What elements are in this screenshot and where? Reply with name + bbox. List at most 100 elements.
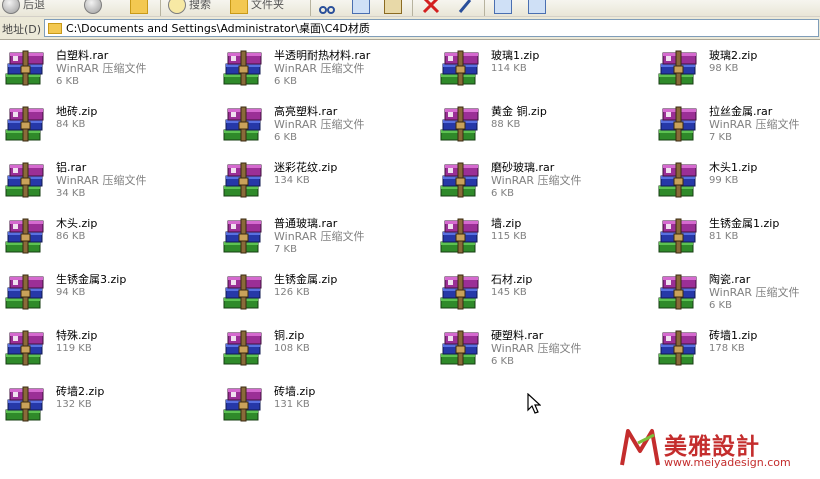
winrar-archive-icon (5, 274, 44, 310)
delete-button[interactable] (422, 0, 440, 14)
search-button[interactable]: 搜索 (168, 0, 211, 14)
file-item[interactable]: 地砖.zip 84 KB (5, 105, 215, 145)
file-item[interactable]: 生锈金属1.zip 81 KB (658, 217, 820, 257)
file-item[interactable]: 铝.rar WinRAR 压缩文件 34 KB (5, 161, 215, 201)
winrar-archive-icon (658, 162, 697, 198)
file-item[interactable]: 半透明耐热材料.rar WinRAR 压缩文件 6 KB (223, 49, 433, 89)
file-item[interactable]: 石材.zip 145 KB (440, 273, 650, 313)
up-folder-icon (130, 0, 148, 14)
address-bar: 地址(D) C:\Documents and Settings\Administ… (0, 17, 820, 40)
undo-button[interactable] (456, 0, 474, 14)
file-name: 生锈金属3.zip (56, 273, 127, 286)
file-item[interactable]: 白塑料.rar WinRAR 压缩文件 6 KB (5, 49, 215, 89)
undo-icon (458, 0, 472, 13)
copy-button[interactable] (352, 0, 370, 14)
file-item[interactable]: 砖墙2.zip 132 KB (5, 385, 215, 425)
file-size: 114 KB (491, 63, 527, 74)
file-size: 86 KB (56, 231, 86, 242)
file-type: WinRAR 压缩文件 (56, 62, 147, 75)
file-name: 砖墙1.zip (709, 329, 758, 342)
search-icon (168, 0, 186, 14)
cut-button[interactable] (318, 0, 336, 14)
meiya-logo-icon (620, 427, 660, 466)
file-item[interactable]: 砖墙1.zip 178 KB (658, 329, 820, 369)
paste-icon (384, 0, 402, 14)
file-name: 玻璃1.zip (491, 49, 540, 62)
scissors-icon (319, 6, 335, 14)
winrar-archive-icon (5, 218, 44, 254)
file-type: WinRAR 压缩文件 (274, 62, 365, 75)
file-item[interactable]: 磨砂玻璃.rar WinRAR 压缩文件 6 KB (440, 161, 650, 201)
file-size: 6 KB (274, 132, 297, 143)
file-item[interactable]: 黄金 铜.zip 88 KB (440, 105, 650, 145)
folders-icon (230, 0, 248, 14)
watermark: 美雅設計 www.meiyadesign.com (620, 425, 816, 472)
paste-button[interactable] (384, 0, 402, 14)
back-button[interactable]: 后退 (2, 0, 45, 14)
winrar-archive-icon (440, 162, 479, 198)
file-item[interactable]: 特殊.zip 119 KB (5, 329, 215, 369)
file-item[interactable]: 高亮塑料.rar WinRAR 压缩文件 6 KB (223, 105, 433, 145)
file-name: 石材.zip (491, 273, 533, 286)
toolbar: 后退 搜索 文件夹 (0, 0, 820, 17)
file-item[interactable]: 铜.zip 108 KB (223, 329, 433, 369)
file-name: 普通玻璃.rar (274, 217, 338, 230)
copy-icon (352, 0, 370, 14)
views-button[interactable] (494, 0, 512, 14)
file-name: 砖墙.zip (274, 385, 316, 398)
file-size: 115 KB (491, 231, 527, 242)
file-name: 地砖.zip (56, 105, 98, 118)
file-item[interactable]: 生锈金属3.zip 94 KB (5, 273, 215, 313)
file-size: 7 KB (709, 132, 732, 143)
winrar-archive-icon (658, 106, 697, 142)
file-size: 6 KB (274, 76, 297, 87)
winrar-archive-icon (440, 50, 479, 86)
file-size: 88 KB (491, 119, 521, 130)
file-item[interactable]: 拉丝金属.rar WinRAR 压缩文件 7 KB (658, 105, 820, 145)
forward-arrow-icon (84, 0, 102, 14)
file-size: 131 KB (274, 399, 310, 410)
winrar-archive-icon (5, 106, 44, 142)
file-size: 99 KB (709, 175, 739, 186)
file-item[interactable]: 生锈金属.zip 126 KB (223, 273, 433, 313)
toolbar-divider (412, 0, 413, 16)
up-folder-button[interactable] (130, 0, 148, 14)
file-size: 94 KB (56, 287, 86, 298)
file-size: 6 KB (491, 188, 514, 199)
file-size: 6 KB (56, 76, 79, 87)
properties-button[interactable] (528, 0, 546, 14)
file-name: 高亮塑料.rar (274, 105, 338, 118)
file-item[interactable]: 木头.zip 86 KB (5, 217, 215, 257)
file-type: WinRAR 压缩文件 (491, 342, 582, 355)
file-item[interactable]: 砖墙.zip 131 KB (223, 385, 433, 425)
file-item[interactable]: 普通玻璃.rar WinRAR 压缩文件 7 KB (223, 217, 433, 257)
winrar-archive-icon (440, 218, 479, 254)
winrar-archive-icon (223, 218, 262, 254)
address-path: C:\Documents and Settings\Administrator\… (66, 22, 370, 35)
file-name: 半透明耐热材料.rar (274, 49, 371, 62)
file-item[interactable]: 木头1.zip 99 KB (658, 161, 820, 201)
forward-button[interactable] (84, 0, 102, 14)
file-name: 迷彩花纹.zip (274, 161, 338, 174)
file-type: WinRAR 压缩文件 (491, 174, 582, 187)
file-item[interactable]: 硬塑料.rar WinRAR 压缩文件 6 KB (440, 329, 650, 369)
file-name: 铝.rar (56, 161, 87, 174)
folders-button[interactable]: 文件夹 (230, 0, 284, 14)
winrar-archive-icon (223, 162, 262, 198)
file-name: 拉丝金属.rar (709, 105, 773, 118)
winrar-archive-icon (440, 274, 479, 310)
toolbar-divider (484, 0, 485, 16)
file-item[interactable]: 迷彩花纹.zip 134 KB (223, 161, 433, 201)
mouse-pointer-icon (527, 393, 541, 414)
file-type: WinRAR 压缩文件 (274, 118, 365, 131)
file-size: 34 KB (56, 188, 86, 199)
file-size: 119 KB (56, 343, 92, 354)
file-item[interactable]: 玻璃2.zip 98 KB (658, 49, 820, 89)
file-item[interactable]: 陶瓷.rar WinRAR 压缩文件 6 KB (658, 273, 820, 313)
file-item[interactable]: 玻璃1.zip 114 KB (440, 49, 650, 89)
address-input[interactable]: C:\Documents and Settings\Administrator\… (44, 19, 819, 37)
address-label: 地址(D) (2, 23, 42, 36)
file-size: 145 KB (491, 287, 527, 298)
file-item[interactable]: 墙.zip 115 KB (440, 217, 650, 257)
winrar-archive-icon (223, 274, 262, 310)
